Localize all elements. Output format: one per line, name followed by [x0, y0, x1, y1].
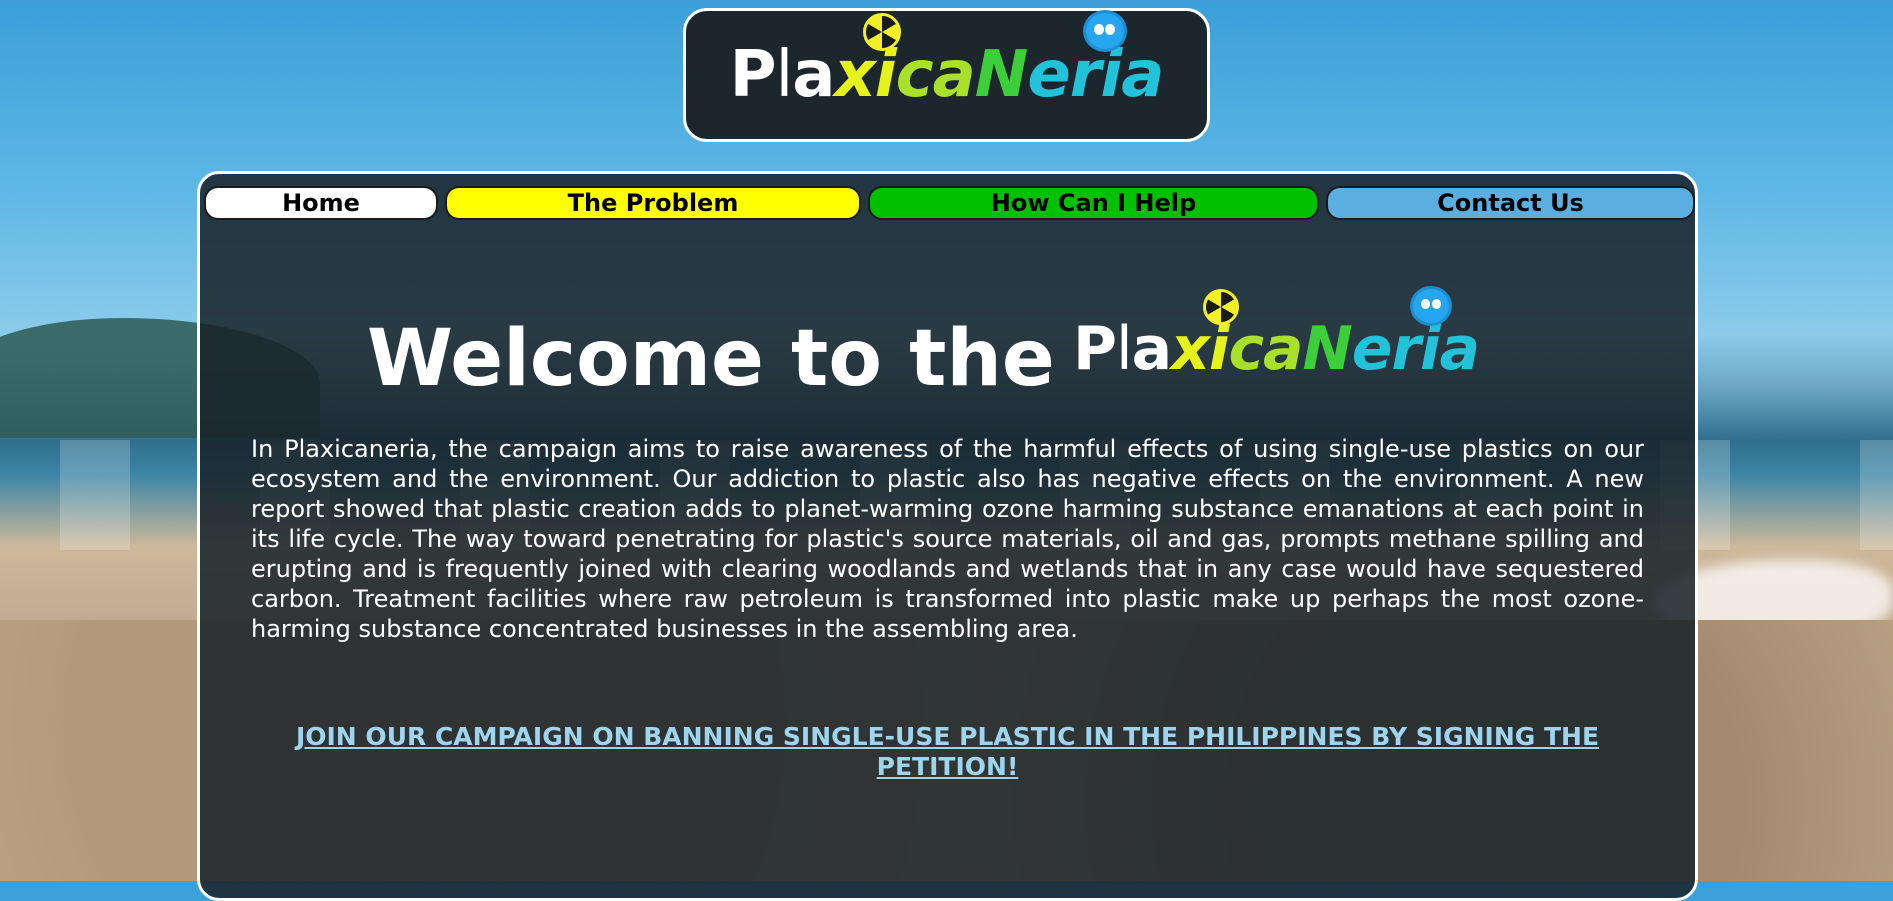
logo-letter-a: a — [1131, 314, 1172, 384]
main-panel: Home The Problem How Can I Help Contact … — [197, 171, 1698, 901]
logo-letter-l: l — [775, 38, 793, 112]
logo-letter-l: l — [1115, 314, 1133, 384]
logo-letter-a: a — [792, 38, 835, 112]
nav-bar: Home The Problem How Can I Help Contact … — [204, 186, 1695, 220]
radiation-icon — [1203, 289, 1239, 325]
nav-help-button[interactable]: How Can I Help — [868, 186, 1319, 220]
logo-letters-eria: eria — [1027, 38, 1164, 112]
nav-contact-label: Contact Us — [1437, 189, 1584, 217]
brand-logo: PlaxicaNeria — [730, 13, 1164, 107]
petition-link[interactable]: JOIN OUR CAMPAIGN ON BANNING SINGLE-USE … — [251, 722, 1644, 782]
nav-home-label: Home — [282, 189, 360, 217]
logo-letters-ca: ca — [1228, 314, 1303, 384]
nav-help-label: How Can I Help — [990, 189, 1197, 217]
welcome-heading: Welcome to the — [367, 314, 1055, 404]
logo-letters-eria: eria — [1351, 314, 1480, 384]
nav-home-button[interactable]: Home — [204, 186, 438, 220]
welcome-text: Welcome to the — [367, 314, 1055, 404]
nav-problem-label: The Problem — [567, 189, 739, 217]
logo-letter-p: P — [729, 38, 777, 112]
radiation-icon — [862, 13, 901, 51]
campaign-description: In Plaxicaneria, the campaign aims to ra… — [251, 435, 1644, 643]
germ-mascot-icon — [1085, 13, 1124, 49]
logo-letters-ca: ca — [895, 38, 976, 112]
logo-letter-n-leaf: N — [1302, 314, 1353, 384]
nav-contact-button[interactable]: Contact Us — [1326, 186, 1695, 220]
germ-mascot-icon — [1413, 289, 1449, 323]
header-logo-box[interactable]: PlaxicaNeria — [683, 8, 1210, 142]
nav-problem-button[interactable]: The Problem — [445, 186, 861, 220]
logo-letter-p: P — [1073, 314, 1117, 384]
welcome-brand-logo: PlaxicaNeria — [1073, 289, 1480, 379]
logo-letter-n-leaf: N — [974, 38, 1029, 112]
